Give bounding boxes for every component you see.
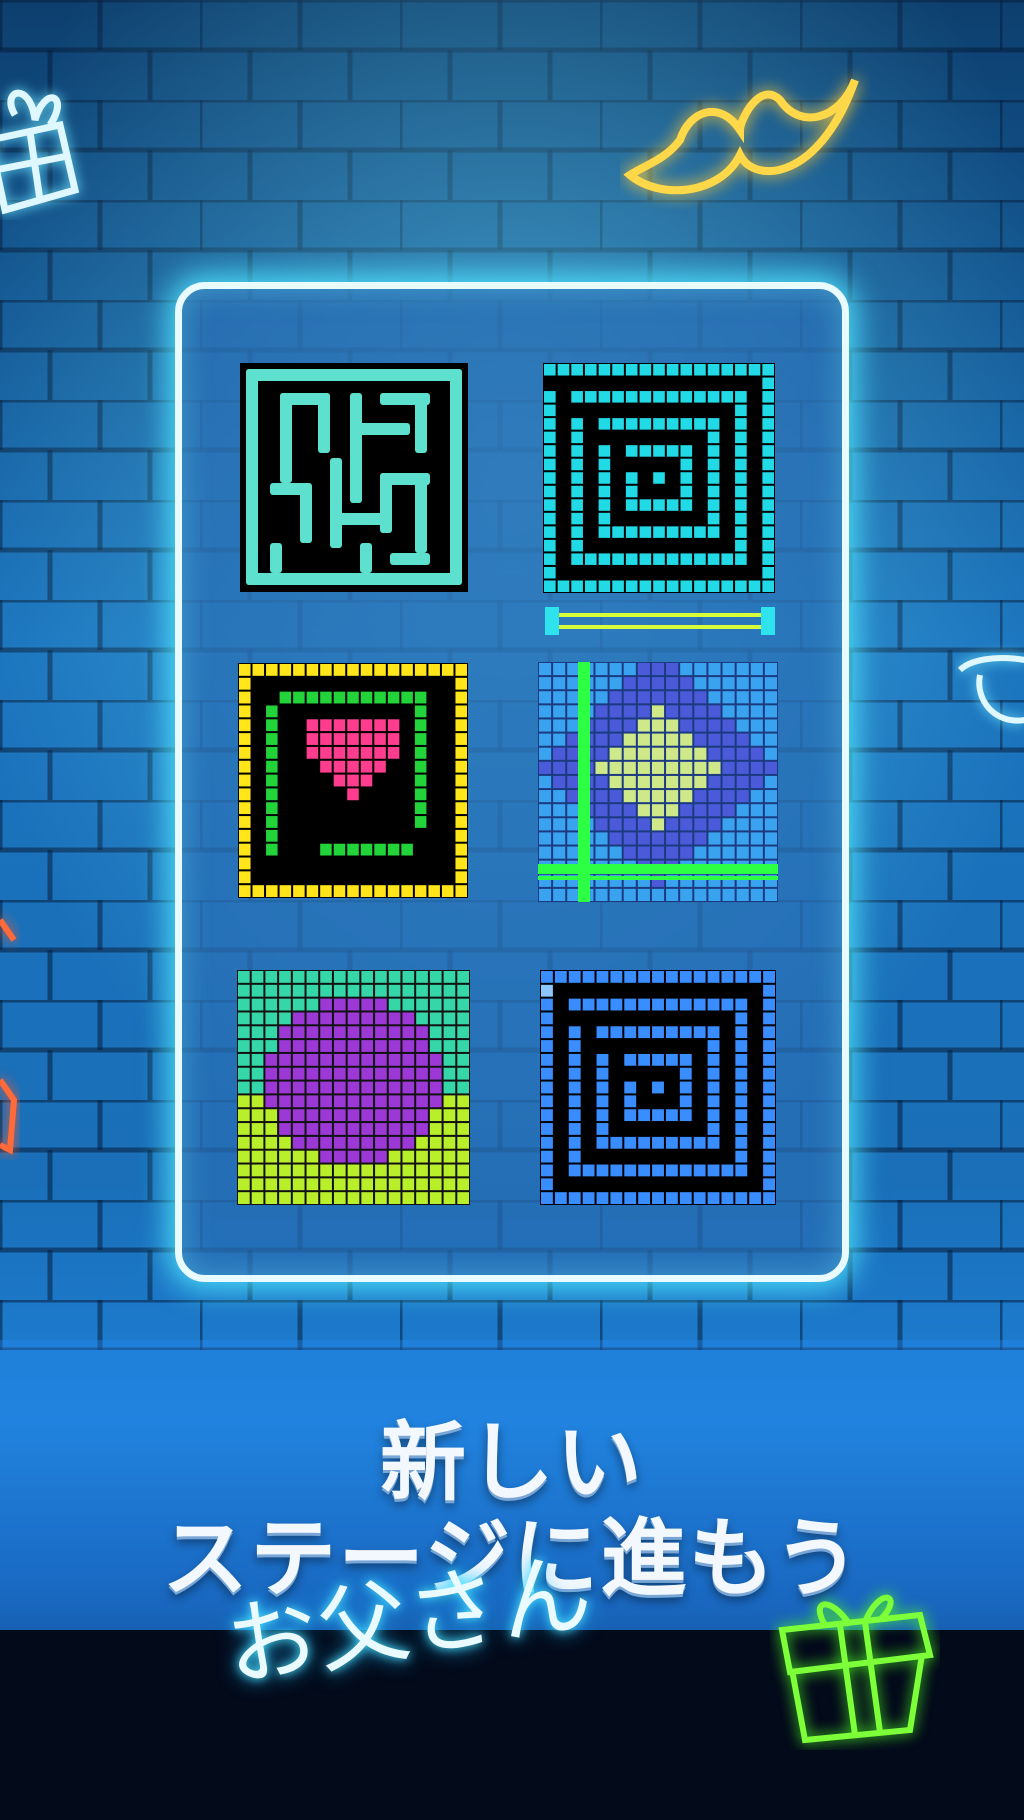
glasses-icon [957,655,1024,724]
gift-icon [0,89,80,215]
gift-icon [0,918,18,1155]
heart-puzzle-tile[interactable] [238,663,468,898]
mustache-icon [623,78,859,195]
maze-puzzle-tile[interactable] [240,363,468,592]
diamond-puzzle-tile[interactable] [538,662,778,902]
purple-blob-puzzle-tile[interactable] [237,970,470,1205]
blue-spiral-puzzle-tile[interactable] [540,970,776,1205]
laser-bar [545,605,775,637]
cyan-spiral-puzzle-tile[interactable] [543,363,775,593]
